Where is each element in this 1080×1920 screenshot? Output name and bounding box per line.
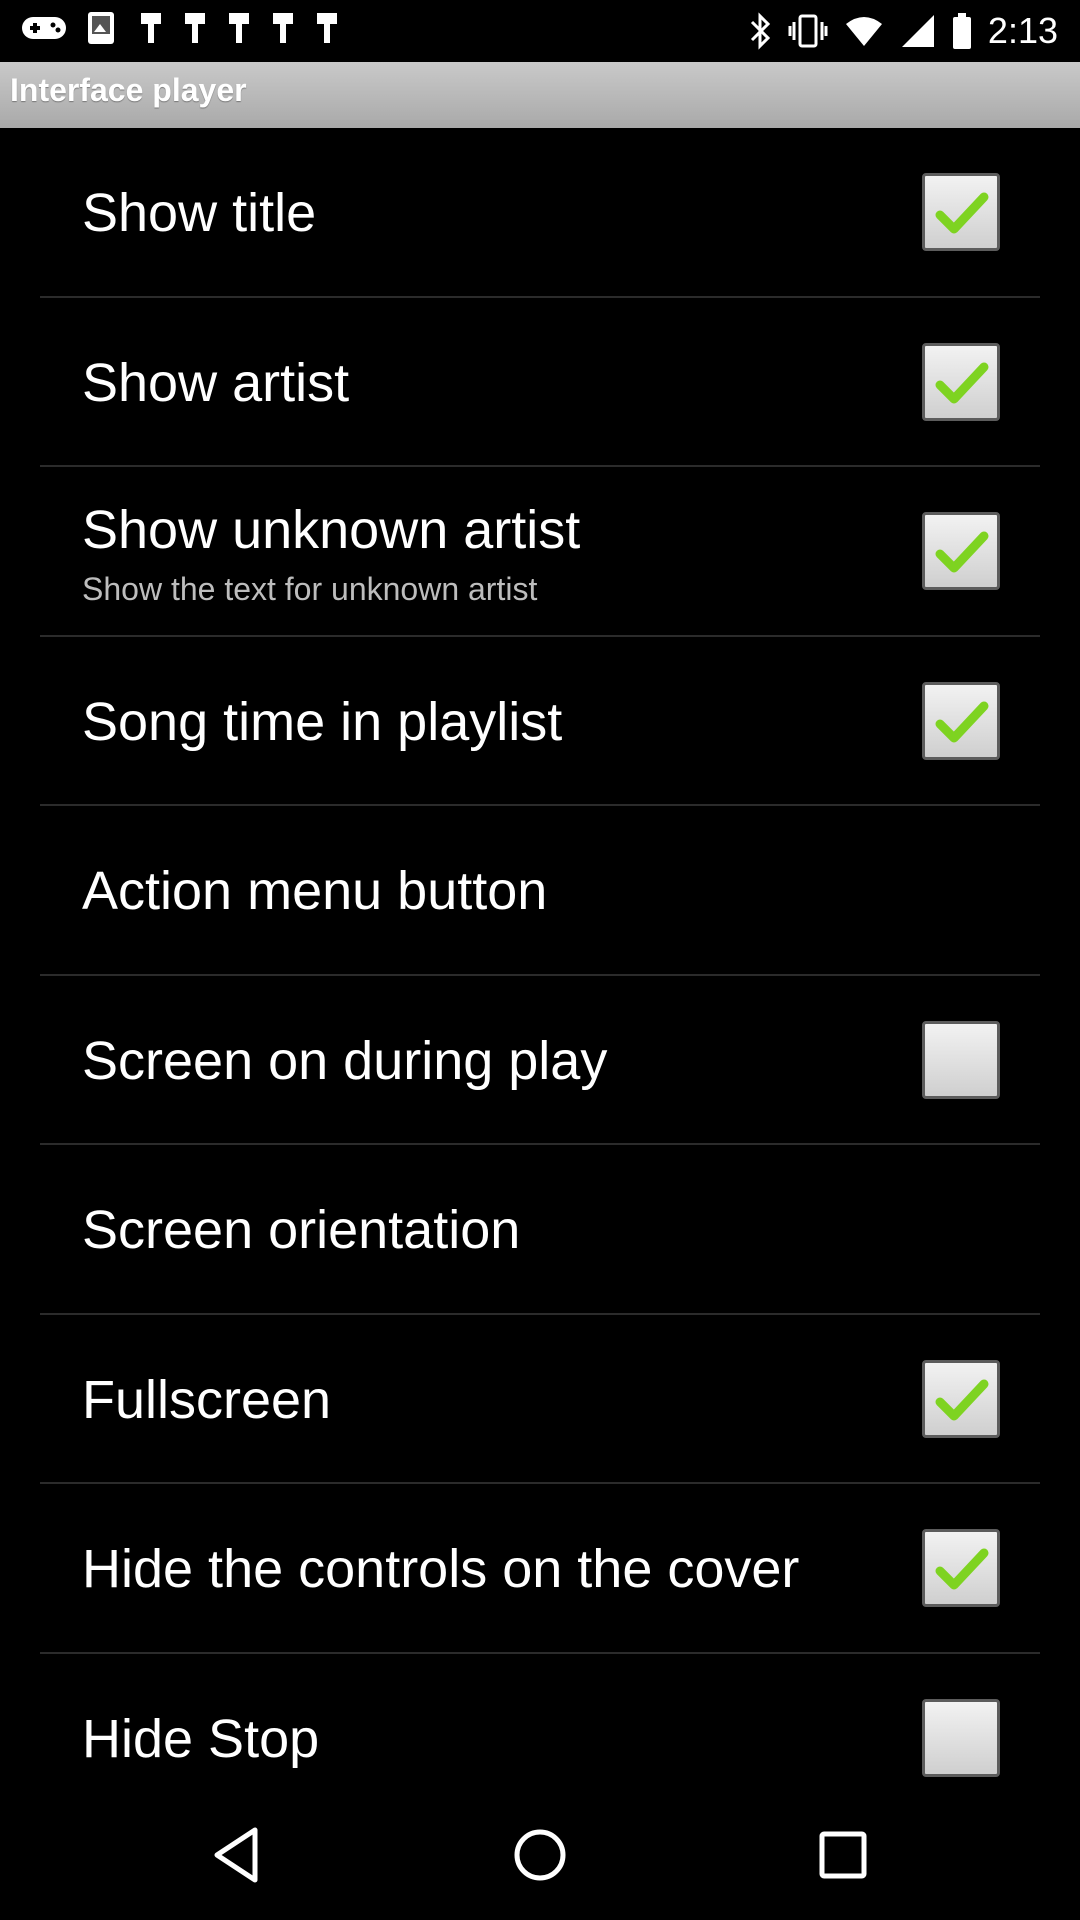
status-left-icons — [20, 8, 340, 48]
setting-label: Screen on during play — [82, 1030, 608, 1091]
setting-label: Show title — [82, 183, 317, 243]
setting-summary: Show the text for unknown artist — [82, 571, 538, 607]
setting-label: Action menu button — [82, 861, 548, 921]
setting-fullscreen[interactable]: Fullscreen — [0, 1315, 1080, 1484]
checkmark-icon — [935, 192, 989, 234]
notification-icon — [185, 13, 205, 43]
setting-label: Fullscreen — [82, 1369, 332, 1430]
checkmark-icon — [935, 362, 989, 403]
setting-song-time-in-playlist[interactable]: Song time in playlist — [0, 637, 1080, 806]
song-time-checkbox[interactable] — [922, 681, 1000, 760]
recents-icon[interactable] — [808, 1820, 878, 1890]
setting-hide-controls-on-cover[interactable]: Hide the controls on the cover — [0, 1484, 1080, 1654]
status-right-icons: 2:13 — [748, 6, 1058, 56]
setting-screen-orientation[interactable]: Screen orientation — [0, 1145, 1080, 1315]
checkmark-icon — [935, 531, 989, 573]
status-time: 2:13 — [987, 10, 1058, 51]
setting-show-title[interactable]: Show title — [0, 128, 1080, 298]
signal-icon — [901, 15, 934, 47]
setting-show-artist[interactable]: Show artist — [0, 298, 1080, 467]
setting-label: Hide Stop — [82, 1708, 320, 1769]
show-artist-checkbox[interactable] — [922, 342, 1000, 421]
notification-icon — [317, 13, 337, 43]
navigation-bar — [0, 1790, 1080, 1920]
page-title: Interface player — [10, 72, 247, 108]
notification-icon — [229, 13, 249, 43]
title-bar: Interface player — [0, 62, 1080, 128]
setting-label: Show unknown artist — [82, 500, 581, 560]
screen-on-checkbox[interactable] — [922, 1020, 1000, 1099]
checkmark-icon — [935, 701, 989, 742]
wifi-icon — [845, 17, 882, 46]
setting-label: Screen orientation — [82, 1200, 521, 1260]
vibrate-icon — [788, 14, 828, 48]
setting-screen-on-during-play[interactable]: Screen on during play — [0, 976, 1080, 1145]
notification-icon — [141, 13, 161, 43]
notification-icon — [273, 13, 293, 43]
photo-icon — [88, 12, 114, 44]
hide-stop-checkbox[interactable] — [922, 1698, 1000, 1777]
setting-show-unknown-artist[interactable]: Show unknown artist Show the text for un… — [0, 467, 1080, 637]
setting-label: Hide the controls on the cover — [82, 1539, 800, 1599]
hide-controls-checkbox[interactable] — [922, 1529, 1000, 1607]
gamepad-icon — [22, 17, 66, 39]
bluetooth-icon — [750, 12, 771, 50]
settings-list: Show title Show artist Show unknown arti… — [0, 128, 1080, 1823]
battery-icon — [952, 13, 971, 49]
back-icon[interactable] — [203, 1820, 273, 1890]
setting-label: Song time in playlist — [82, 691, 563, 752]
setting-label: Show artist — [82, 352, 350, 413]
setting-action-menu-button[interactable]: Action menu button — [0, 806, 1080, 976]
show-title-checkbox[interactable] — [922, 173, 1000, 251]
status-bar: 2:13 — [0, 0, 1080, 62]
show-unknown-artist-checkbox[interactable] — [922, 512, 1000, 590]
fullscreen-checkbox[interactable] — [922, 1359, 1000, 1438]
checkmark-icon — [935, 1379, 989, 1420]
checkmark-icon — [935, 1548, 989, 1590]
home-icon[interactable] — [505, 1820, 575, 1890]
